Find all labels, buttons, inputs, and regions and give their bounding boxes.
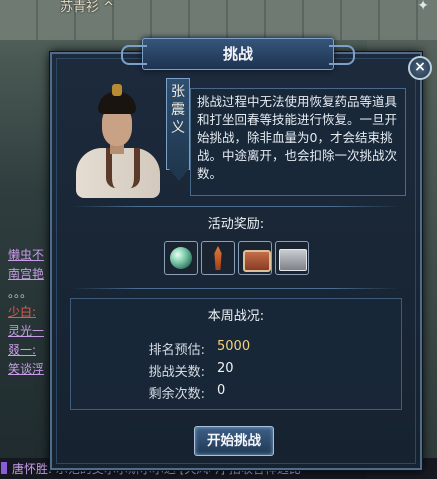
rewards-title: 活动奖励: <box>207 217 265 232</box>
challenge-dialog: 挑战 × 张震义 挑战过程中无法使用恢复药品等道具和打坐回春等技能进行恢复。一旦… <box>50 38 432 470</box>
portrait-hair-ornament <box>112 84 122 96</box>
dialog-title: 挑战 <box>222 45 253 63</box>
start-challenge-button[interactable]: 开始挑战 <box>194 426 274 456</box>
title-ornament-right <box>329 45 355 65</box>
divider <box>70 288 400 289</box>
tower-icon <box>214 246 222 270</box>
stat-value: 20 <box>217 361 234 376</box>
npc-name: 张震义 <box>171 84 185 136</box>
reward-list <box>164 241 309 275</box>
reward-item[interactable] <box>275 241 309 275</box>
reward-item[interactable] <box>201 241 235 275</box>
box-icon <box>279 249 307 271</box>
weekly-status-panel: 本周战况: 排名预估: 5000 挑战关数: 20 剩余次数: 0 <box>70 298 402 410</box>
status-title: 本周战况: <box>207 309 265 324</box>
npc-portrait <box>70 82 166 200</box>
stat-value: 5000 <box>217 339 251 354</box>
close-button[interactable]: × <box>408 56 432 80</box>
reward-item[interactable] <box>238 241 272 275</box>
channel-marker-icon <box>1 462 7 474</box>
top-character-label: 苏青衫 ^ <box>60 0 115 15</box>
npc-name-tag: 张震义 <box>166 78 190 181</box>
portrait-lapel <box>106 148 140 188</box>
stat-value: 0 <box>217 383 226 398</box>
challenge-description: 挑战过程中无法使用恢复药品等道具和打坐回春等技能进行恢复。一旦开始挑战，除非血量… <box>190 88 406 196</box>
stat-label: 挑战关数: <box>148 365 205 380</box>
dialog-title-bar: 挑战 <box>121 38 355 70</box>
title-ornament-left <box>121 45 147 65</box>
reward-item[interactable] <box>164 241 198 275</box>
stat-label: 剩余次数: <box>148 387 205 402</box>
orb-icon <box>170 247 192 269</box>
divider <box>70 206 400 207</box>
chest-icon <box>243 250 271 272</box>
stat-label: 排名预估: <box>148 343 205 358</box>
compass-icon[interactable]: ✦ <box>417 0 429 14</box>
